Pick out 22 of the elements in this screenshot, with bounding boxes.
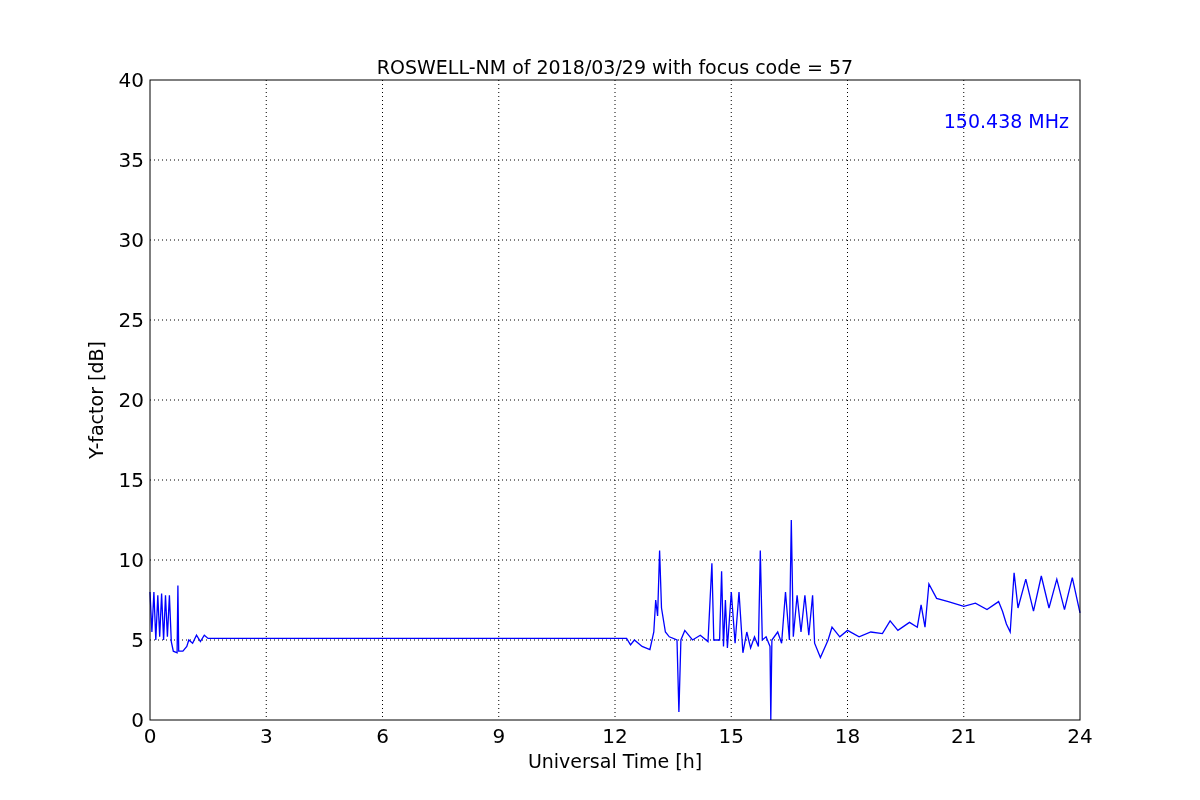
x-tick-label: 24 (1067, 724, 1093, 748)
x-tick-label: 21 (951, 724, 977, 748)
y-tick-label: 20 (118, 388, 144, 412)
y-tick-label: 35 (118, 148, 144, 172)
y-tick-label: 30 (118, 228, 144, 252)
y-tick-label: 15 (118, 468, 144, 492)
x-tick-label: 0 (143, 724, 157, 748)
x-tick-label: 18 (834, 724, 861, 748)
x-tick-label: 3 (259, 724, 273, 748)
y-tick-label: 25 (118, 308, 144, 332)
x-axis-label: Universal Time [h] (527, 750, 703, 772)
x-tick-label: 12 (602, 724, 628, 748)
frequency-annotation: 150.438 MHz (943, 110, 1069, 132)
y-tick-label: 0 (131, 708, 144, 732)
y-axis-label: Y-factor [dB] (85, 341, 107, 459)
x-tick-label: 6 (376, 724, 389, 748)
y-tick-label: 10 (118, 548, 144, 572)
chart-title: ROSWELL-NM of 2018/03/29 with focus code = 57 (376, 56, 854, 78)
y-tick-label: 40 (118, 68, 144, 92)
y-tick-label: 5 (131, 628, 144, 652)
x-tick-label: 9 (492, 724, 506, 748)
x-tick-label: 15 (718, 724, 744, 748)
